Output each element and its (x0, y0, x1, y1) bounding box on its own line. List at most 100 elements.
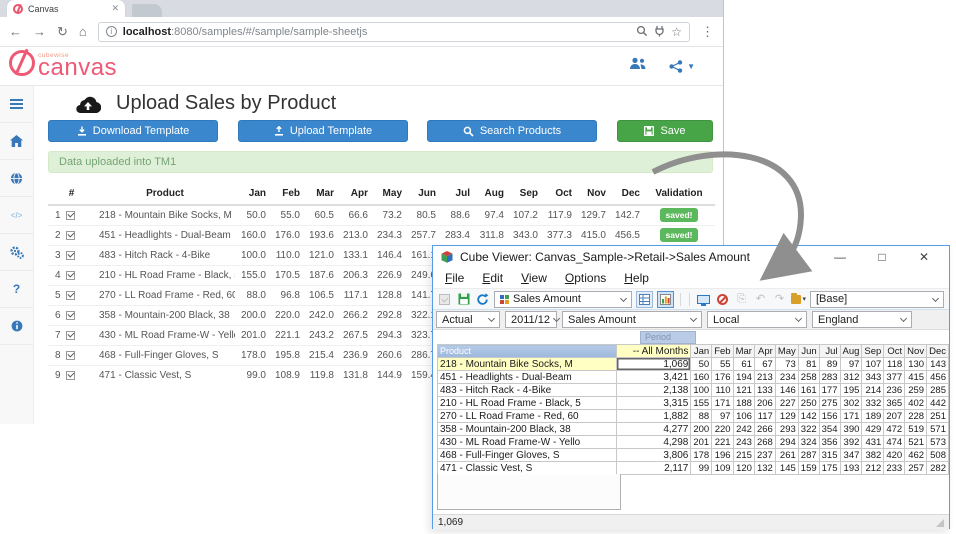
cube-value-cell[interactable]: 3,315 (617, 397, 691, 410)
cube-value-cell[interactable]: 3,806 (617, 449, 691, 462)
cube-column-header[interactable]: Jul (819, 345, 840, 358)
cube-value-cell[interactable]: 2,117 (617, 462, 691, 475)
sidebar-item-samples[interactable] (0, 160, 33, 197)
cube-column-header[interactable]: Aug (840, 345, 862, 358)
row-checkbox[interactable] (66, 291, 75, 300)
cube-value-cell[interactable]: 442 (927, 397, 949, 410)
period-dimension-tab[interactable]: Period (640, 331, 696, 344)
resize-grip[interactable] (936, 519, 944, 527)
cube-value-cell[interactable]: 519 (905, 423, 927, 436)
sidebar-item-home[interactable] (0, 123, 33, 160)
browser-menu-icon[interactable]: ⋮ (701, 24, 714, 40)
cube-value-cell[interactable]: 227 (775, 397, 798, 410)
cube-value-cell[interactable]: 178 (691, 449, 712, 462)
measure-select[interactable]: Sales Amount (494, 291, 632, 308)
cube-value-cell[interactable]: 1,069 (617, 358, 691, 371)
cube-value-cell[interactable]: 171 (840, 410, 862, 423)
cube-value-cell[interactable]: 133 (754, 384, 775, 397)
region-select[interactable]: England (812, 311, 912, 328)
cube-value-cell[interactable]: 282 (927, 462, 949, 475)
cube-column-header[interactable]: Nov (905, 345, 927, 358)
cube-value-cell[interactable]: 343 (862, 371, 884, 384)
canvas-logo[interactable]: cubewise canvas (9, 50, 117, 78)
users-icon[interactable] (629, 57, 647, 75)
url-bar[interactable]: i localhost:8080/samples/#/sample/sample… (98, 22, 690, 42)
menu-options[interactable]: Options (556, 271, 615, 285)
home-icon[interactable]: ⌂ (79, 25, 87, 38)
cube-value-cell[interactable]: 99 (691, 462, 712, 475)
cube-value-cell[interactable]: 258 (798, 371, 819, 384)
cube-value-cell[interactable]: 206 (754, 397, 775, 410)
cube-value-cell[interactable]: 100 (691, 384, 712, 397)
cube-value-cell[interactable]: 390 (840, 423, 862, 436)
row-checkbox[interactable] (66, 351, 75, 360)
menu-edit[interactable]: Edit (473, 271, 512, 285)
cube-value-cell[interactable]: 155 (691, 397, 712, 410)
cube-row-label[interactable]: 483 - Hitch Rack - 4-Bike (438, 384, 617, 397)
cube-value-cell[interactable]: 275 (819, 397, 840, 410)
cube-column-header[interactable]: Mar (733, 345, 754, 358)
menu-view[interactable]: View (512, 271, 556, 285)
cube-value-cell[interactable]: 347 (840, 449, 862, 462)
share-menu[interactable]: ▼ (669, 60, 695, 73)
cube-column-header[interactable]: Oct (884, 345, 905, 358)
grid-view-toggle[interactable] (636, 291, 653, 308)
row-checkbox[interactable] (66, 311, 75, 320)
cube-value-cell[interactable]: 250 (798, 397, 819, 410)
cube-value-cell[interactable]: 129 (775, 410, 798, 423)
sidebar-item-menu[interactable] (0, 86, 33, 123)
cube-value-cell[interactable]: 189 (862, 410, 884, 423)
cube-value-cell[interactable]: 215 (733, 449, 754, 462)
cube-value-cell[interactable]: 521 (905, 436, 927, 449)
cube-value-cell[interactable]: 472 (884, 423, 905, 436)
cube-value-cell[interactable]: 61 (733, 358, 754, 371)
cube-row-label[interactable]: 270 - LL Road Frame - Red, 60 (438, 410, 617, 423)
cube-value-cell[interactable]: 462 (905, 449, 927, 462)
cube-value-cell[interactable]: 3,421 (617, 371, 691, 384)
cube-value-cell[interactable]: 207 (884, 410, 905, 423)
cube-column-header[interactable]: Sep (862, 345, 884, 358)
cube-column-header[interactable]: May (775, 345, 798, 358)
cube-value-cell[interactable]: 97 (712, 410, 733, 423)
cube-value-cell[interactable]: 201 (691, 436, 712, 449)
cube-row-label[interactable]: 468 - Full-Finger Gloves, S (438, 449, 617, 462)
cube-value-cell[interactable]: 287 (798, 449, 819, 462)
new-tab-button[interactable] (132, 4, 162, 17)
cube-value-cell[interactable]: 266 (754, 423, 775, 436)
cube-value-cell[interactable]: 121 (733, 384, 754, 397)
upload-template-button[interactable]: Upload Template (238, 120, 408, 142)
cube-value-cell[interactable]: 377 (884, 371, 905, 384)
cube-column-header[interactable]: Jun (798, 345, 819, 358)
cube-value-cell[interactable]: 214 (862, 384, 884, 397)
cube-value-cell[interactable]: 159 (798, 462, 819, 475)
cube-value-cell[interactable]: 324 (798, 436, 819, 449)
cube-value-cell[interactable]: 571 (927, 423, 949, 436)
cube-value-cell[interactable]: 73 (775, 358, 798, 371)
cube-value-cell[interactable]: 332 (862, 397, 884, 410)
cube-value-cell[interactable]: 402 (905, 397, 927, 410)
folder-menu-icon[interactable]: ▾ (791, 292, 806, 307)
save-button[interactable]: Save (617, 120, 713, 142)
sidebar-item-services[interactable] (0, 234, 33, 271)
cube-value-cell[interactable]: 293 (775, 423, 798, 436)
menu-file[interactable]: File (436, 271, 473, 285)
cube-value-cell[interactable]: 237 (754, 449, 775, 462)
cube-value-cell[interactable]: 4,298 (617, 436, 691, 449)
cube-value-cell[interactable]: 431 (862, 436, 884, 449)
cube-value-cell[interactable]: 415 (905, 371, 927, 384)
cube-value-cell[interactable]: 194 (733, 371, 754, 384)
cube-value-cell[interactable]: 420 (884, 449, 905, 462)
cube-value-cell[interactable]: 156 (819, 410, 840, 423)
cube-row-label[interactable]: 218 - Mountain Bike Socks, M (438, 358, 617, 371)
display-options-icon[interactable] (696, 292, 711, 307)
reload-icon[interactable]: ↻ (57, 25, 68, 38)
cube-value-cell[interactable]: 268 (754, 436, 775, 449)
cube-value-cell[interactable]: 50 (691, 358, 712, 371)
cube-value-cell[interactable]: 130 (905, 358, 927, 371)
cube-row-label[interactable]: 358 - Mountain-200 Black, 38 (438, 423, 617, 436)
maximize-icon[interactable]: □ (864, 250, 900, 264)
cube-value-cell[interactable]: 354 (819, 423, 840, 436)
cube-value-cell[interactable]: 143 (927, 358, 949, 371)
cube-value-cell[interactable]: 429 (862, 423, 884, 436)
cube-row-label[interactable]: 210 - HL Road Frame - Black, 5 (438, 397, 617, 410)
